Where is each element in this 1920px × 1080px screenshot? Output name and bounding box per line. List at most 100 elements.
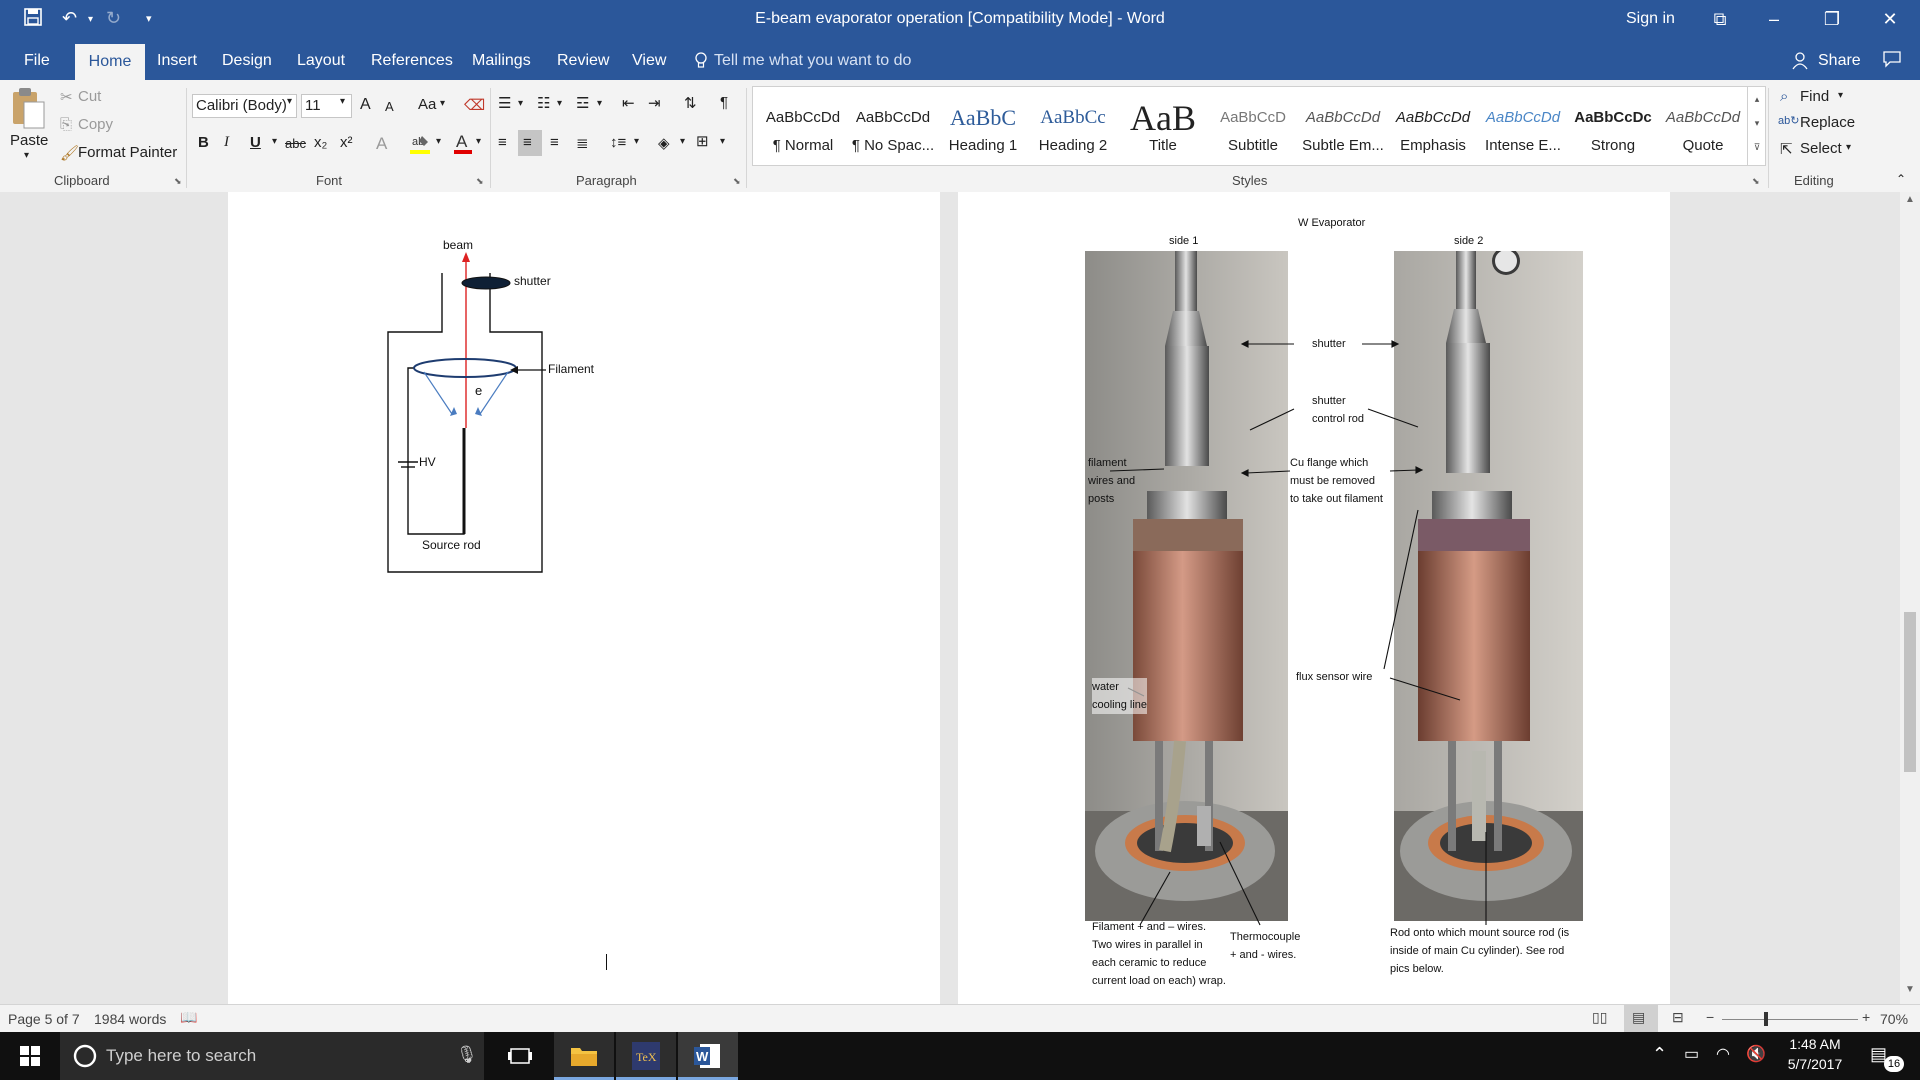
borders-dropdown-icon[interactable]: ▾ — [720, 136, 725, 147]
copy-button[interactable]: Copy — [78, 116, 113, 133]
select-button[interactable]: Select — [1800, 140, 1842, 157]
paragraph-launcher-icon[interactable]: ⬊ — [733, 176, 741, 187]
tab-file[interactable]: File — [24, 52, 50, 70]
tex-app-icon[interactable]: TeX — [616, 1032, 676, 1080]
scroll-up-icon[interactable]: ▲ — [1905, 194, 1915, 205]
borders-icon[interactable]: ⊞ — [696, 132, 709, 150]
show-hide-marks-button[interactable]: ¶ — [720, 94, 728, 111]
zoom-out-icon[interactable]: − — [1706, 1009, 1714, 1025]
grow-font-icon[interactable]: A — [360, 96, 371, 114]
font-color-dropdown-icon[interactable]: ▾ — [476, 136, 481, 147]
clipboard-icon[interactable] — [10, 86, 46, 134]
find-button[interactable]: Find — [1800, 88, 1829, 105]
scroll-thumb[interactable] — [1904, 612, 1916, 772]
zoom-level[interactable]: 70% — [1880, 1011, 1908, 1027]
strikethrough-button[interactable]: abc — [285, 136, 306, 151]
font-color-icon[interactable]: A — [452, 132, 474, 160]
clock-date[interactable]: 5/7/2017 — [1780, 1056, 1850, 1072]
task-view-icon[interactable] — [490, 1032, 550, 1080]
styles-launcher-icon[interactable]: ⬊ — [1752, 176, 1760, 187]
multilevel-dropdown-icon[interactable]: ▾ — [597, 98, 602, 109]
align-left-icon[interactable]: ≡ — [498, 134, 507, 151]
page-indicator[interactable]: Page 5 of 7 — [8, 1011, 80, 1027]
justify-icon[interactable]: ≣ — [576, 134, 589, 152]
bold-button[interactable]: B — [198, 134, 209, 151]
decrease-indent-icon[interactable]: ⇤ — [622, 94, 635, 112]
tell-me-search[interactable]: Tell me what you want to do — [714, 52, 911, 70]
change-case-dropdown-icon[interactable]: ▾ — [440, 98, 445, 109]
zoom-slider-thumb[interactable] — [1764, 1012, 1768, 1026]
scroll-down-icon[interactable]: ▼ — [1905, 984, 1915, 995]
zoom-in-icon[interactable]: + — [1862, 1009, 1870, 1025]
clock-time[interactable]: 1:48 AM — [1780, 1036, 1850, 1052]
show-hidden-icons-icon[interactable]: ⌃ — [1652, 1044, 1667, 1065]
sign-in-link[interactable]: Sign in — [1626, 10, 1675, 28]
format-painter-button[interactable]: Format Painter — [78, 144, 177, 161]
highlight-icon[interactable]: ab — [410, 132, 432, 160]
shrink-font-icon[interactable]: A — [385, 99, 394, 114]
shading-dropdown-icon[interactable]: ▾ — [680, 136, 685, 147]
taskbar-search-box[interactable]: Type here to search 🎙 — [60, 1032, 484, 1080]
styles-scroll[interactable]: ▴ ▾ ⊽ — [1747, 87, 1766, 165]
replace-button[interactable]: Replace — [1800, 114, 1855, 131]
sort-icon[interactable]: ⇅ — [684, 94, 697, 112]
superscript-button[interactable]: x² — [340, 134, 353, 151]
underline-dropdown-icon[interactable]: ▾ — [272, 136, 277, 147]
numbering-icon[interactable]: ☷ — [537, 94, 550, 112]
shading-icon[interactable]: ◈ — [658, 134, 670, 152]
font-name-dropdown-icon[interactable]: ▾ — [287, 96, 292, 107]
style-no-spacing[interactable]: AaBbCcDd ¶ No Spac... — [849, 101, 937, 154]
multilevel-list-icon[interactable]: ☲ — [576, 94, 589, 112]
bullets-dropdown-icon[interactable]: ▾ — [518, 98, 523, 109]
tab-review[interactable]: Review — [557, 52, 609, 70]
font-size-dropdown-icon[interactable]: ▾ — [340, 96, 345, 107]
collapse-ribbon-icon[interactable]: ⌃ — [1896, 172, 1906, 186]
print-layout-icon[interactable]: ▤ — [1632, 1009, 1645, 1026]
style-subtitle[interactable]: AaBbCcD Subtitle — [1209, 101, 1297, 154]
file-explorer-icon[interactable] — [554, 1032, 614, 1080]
zoom-slider[interactable] — [1722, 1019, 1858, 1020]
tab-home[interactable]: Home — [75, 44, 145, 80]
ribbon-display-options-icon[interactable]: ⧉ — [1700, 6, 1740, 32]
style-intense-emphasis[interactable]: AaBbCcDd Intense E... — [1479, 101, 1567, 154]
cut-button[interactable]: Cut — [78, 88, 101, 105]
battery-icon[interactable]: ▭ — [1684, 1044, 1699, 1064]
tab-layout[interactable]: Layout — [297, 52, 345, 70]
tab-design[interactable]: Design — [222, 52, 272, 70]
read-mode-icon[interactable]: ▯▯ — [1592, 1009, 1607, 1026]
proofing-icon[interactable]: 📖 — [180, 1009, 197, 1026]
paste-button[interactable]: Paste — [10, 132, 48, 149]
clear-formatting-icon[interactable]: ⌫ — [464, 96, 485, 114]
bullets-icon[interactable]: ☰ — [498, 94, 511, 112]
vertical-scrollbar[interactable]: ▲ ▼ — [1900, 192, 1920, 1004]
underline-button[interactable]: U — [250, 134, 261, 151]
windows-start-icon[interactable] — [0, 1032, 60, 1080]
line-spacing-icon[interactable]: ↕≡ — [610, 134, 626, 151]
word-app-icon[interactable]: W — [678, 1032, 738, 1080]
highlight-dropdown-icon[interactable]: ▾ — [436, 136, 441, 147]
style-heading-2[interactable]: AaBbCc Heading 2 — [1029, 101, 1117, 154]
subscript-button[interactable]: x₂ — [314, 134, 327, 151]
page-right[interactable]: W Evaporator side 1 side 2 shutter shutt… — [958, 192, 1670, 1004]
maximize-button[interactable]: ❐ — [1812, 6, 1852, 32]
numbering-dropdown-icon[interactable]: ▾ — [557, 98, 562, 109]
style-subtle-emphasis[interactable]: AaBbCcDd Subtle Em... — [1299, 101, 1387, 154]
style-quote[interactable]: AaBbCcDd Quote — [1659, 101, 1747, 154]
style-heading-1[interactable]: AaBbC Heading 1 — [939, 101, 1027, 154]
tab-insert[interactable]: Insert — [157, 52, 197, 70]
line-spacing-dropdown-icon[interactable]: ▾ — [634, 136, 639, 147]
share-button[interactable]: Share — [1818, 52, 1861, 70]
align-right-icon[interactable]: ≡ — [550, 134, 559, 151]
font-launcher-icon[interactable]: ⬊ — [476, 176, 484, 187]
word-count[interactable]: 1984 words — [94, 1011, 166, 1027]
tab-view[interactable]: View — [632, 52, 666, 70]
comments-icon[interactable] — [1882, 50, 1902, 73]
find-dropdown-icon[interactable]: ▾ — [1838, 90, 1843, 101]
align-center-icon[interactable]: ≡ — [523, 134, 532, 151]
tab-mailings[interactable]: Mailings — [472, 52, 531, 70]
page-left[interactable]: beam shutter Filament e HV Source rod — [228, 192, 940, 1004]
select-dropdown-icon[interactable]: ▾ — [1846, 142, 1851, 153]
paste-dropdown-icon[interactable]: ▾ — [24, 150, 29, 161]
style-emphasis[interactable]: AaBbCcDd Emphasis — [1389, 101, 1477, 154]
wifi-icon[interactable]: ◠ — [1716, 1044, 1730, 1064]
